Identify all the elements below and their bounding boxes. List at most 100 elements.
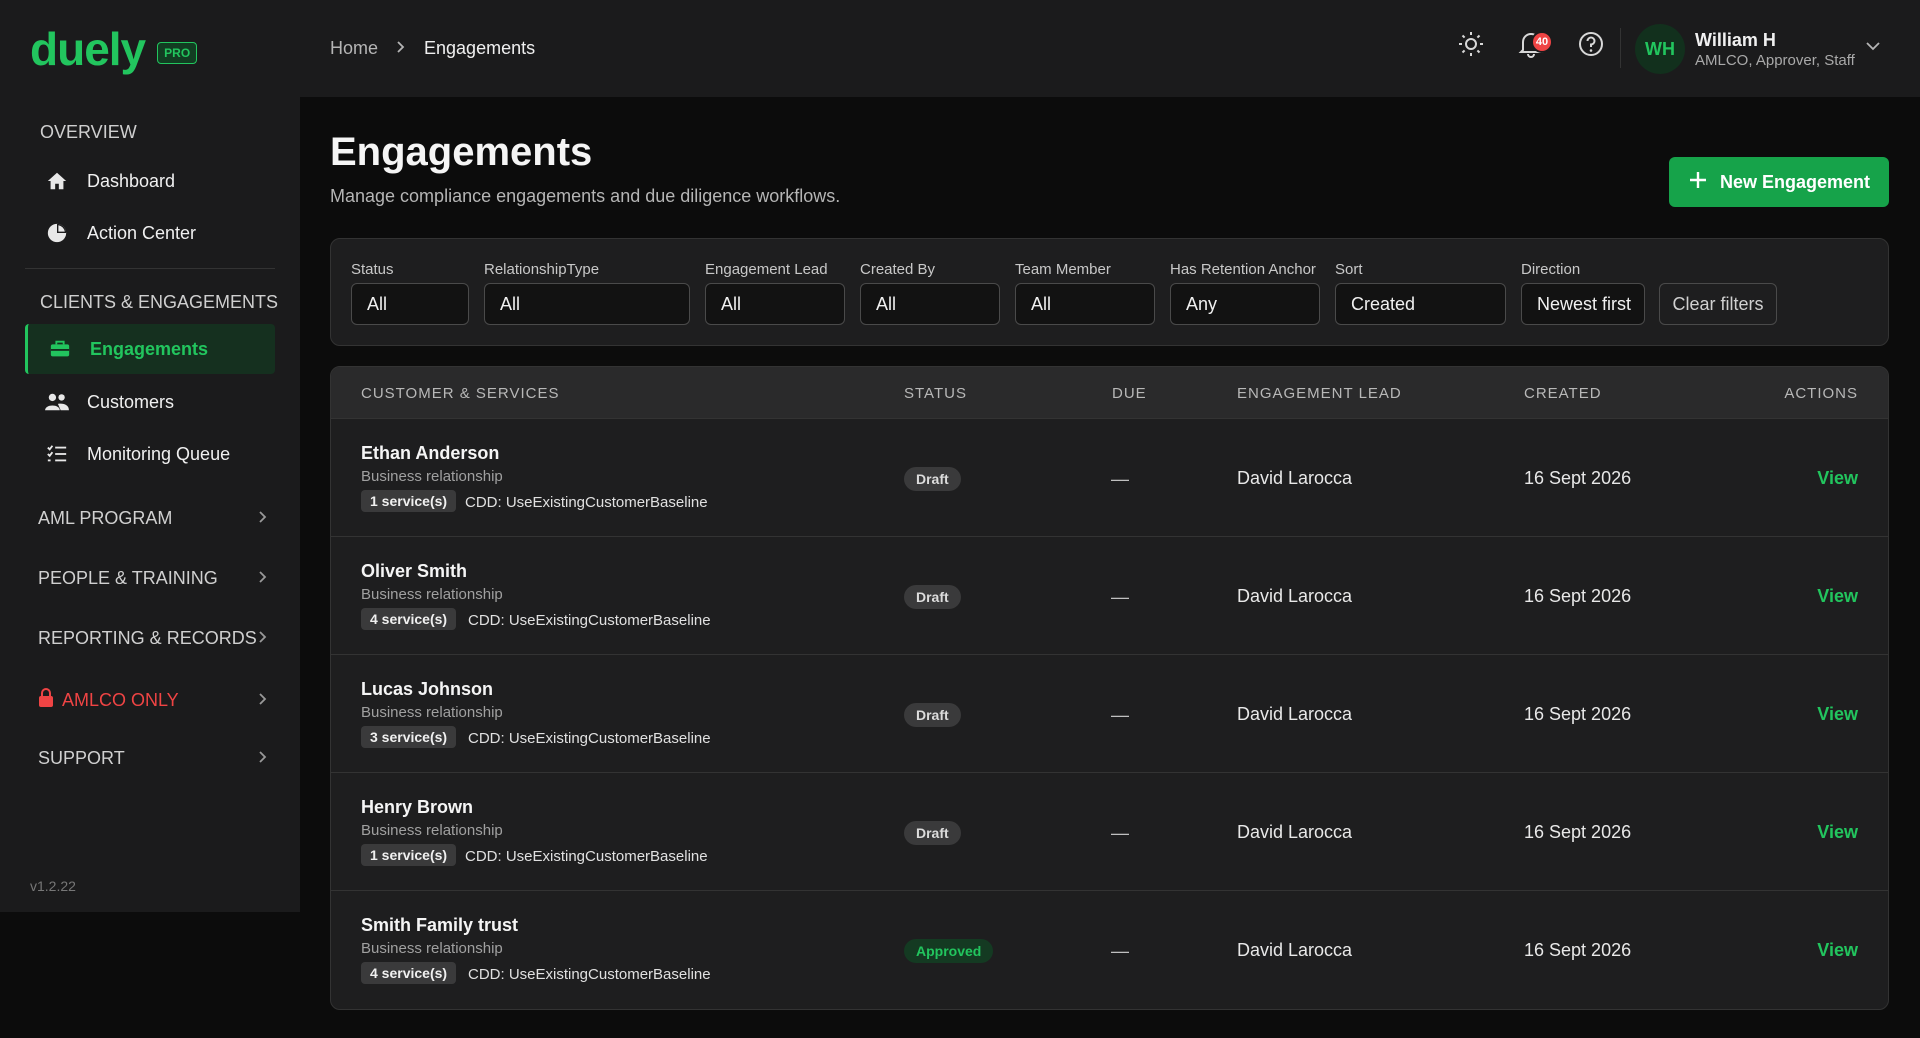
nav-group-people-training[interactable]: PEOPLE & TRAINING [38, 568, 268, 589]
chevron-right-icon [396, 38, 406, 59]
customer-name[interactable]: Lucas Johnson [361, 679, 493, 700]
brand-logo[interactable]: duely PRO [30, 26, 198, 72]
cdd-label: CDD: UseExistingCustomerBaseline [468, 612, 711, 629]
sun-icon [1457, 30, 1485, 63]
relationship-type: Business relationship [361, 468, 503, 485]
breadcrumb: Home Engagements [330, 38, 535, 59]
engagement-lead: David Larocca [1237, 940, 1353, 960]
column-header-customer[interactable]: CUSTOMER & SERVICES [361, 385, 560, 402]
filter-sort-select[interactable]: Created [1335, 283, 1506, 325]
filter-team-member-select[interactable]: All [1015, 283, 1155, 325]
services-count-badge: 1 service(s) [361, 844, 457, 866]
sidebar-item-label: Dashboard [87, 170, 176, 191]
column-header-due[interactable]: DUE [1112, 385, 1147, 402]
users-icon [45, 390, 69, 414]
filter-relationship-type-select[interactable]: All [484, 283, 690, 325]
table-row[interactable]: Ethan Anderson Business relationship 1 s… [331, 418, 1888, 536]
customer-name[interactable]: Henry Brown [361, 797, 473, 818]
clear-filters-button[interactable]: Clear filters [1659, 283, 1777, 325]
engagement-lead: David Larocca [1237, 586, 1353, 606]
due-date: — [1111, 941, 1129, 961]
new-engagement-button[interactable]: New Engagement [1669, 157, 1889, 207]
status-badge: Approved [904, 939, 994, 963]
filter-relationship-type-label: RelationshipType [484, 261, 600, 278]
customer-name[interactable]: Oliver Smith [361, 561, 467, 582]
view-link[interactable]: View [1817, 822, 1858, 843]
avatar[interactable]: WH [1635, 24, 1685, 74]
customer-name[interactable]: Ethan Anderson [361, 443, 499, 464]
user-name[interactable]: William H [1695, 30, 1776, 51]
sidebar-item-engagements[interactable]: Engagements [25, 324, 275, 374]
view-link[interactable]: View [1817, 586, 1858, 607]
filter-retention-anchor-select[interactable]: Any [1170, 283, 1320, 325]
table-row[interactable]: Henry Brown Business relationship 1 serv… [331, 772, 1888, 890]
group-label: SUPPORT [38, 748, 125, 768]
sidebar-item-label: Engagements [90, 338, 209, 359]
services-count-badge: 4 service(s) [361, 608, 457, 630]
engagement-lead: David Larocca [1237, 704, 1353, 724]
filter-direction-select[interactable]: Newest first [1521, 283, 1645, 325]
pie-chart-icon [45, 221, 69, 245]
nav-group-amlco-only[interactable]: AMLCO ONLY [38, 688, 268, 713]
table-row[interactable]: Oliver Smith Business relationship 4 ser… [331, 536, 1888, 654]
engagement-lead: David Larocca [1237, 468, 1353, 488]
relationship-type: Business relationship [361, 822, 503, 839]
status-badge: Draft [904, 467, 961, 491]
view-link[interactable]: View [1817, 704, 1858, 725]
breadcrumb-current: Engagements [424, 38, 536, 58]
nav-group-support[interactable]: SUPPORT [38, 748, 268, 769]
status-badge: Draft [904, 585, 961, 609]
user-role: AMLCO, Approver, Staff [1695, 52, 1855, 69]
sidebar-divider [25, 268, 275, 269]
engagements-table: CUSTOMER & SERVICES STATUS DUE ENGAGEMEN… [330, 366, 1889, 1010]
sidebar-item-action-center[interactable]: Action Center [25, 208, 275, 258]
table-row[interactable]: Smith Family trust Business relationship… [331, 890, 1888, 1008]
engagement-lead: David Larocca [1237, 822, 1353, 842]
breadcrumb-home[interactable]: Home [330, 38, 378, 59]
filter-created-by-label: Created By [860, 261, 936, 278]
help-button[interactable] [1573, 28, 1609, 64]
filters-panel: Status All RelationshipType All Engageme… [330, 238, 1889, 346]
sidebar-item-dashboard[interactable]: Dashboard [25, 156, 275, 206]
table-row[interactable]: Lucas Johnson Business relationship 3 se… [331, 654, 1888, 772]
cdd-label: CDD: UseExistingCustomerBaseline [468, 966, 711, 983]
sidebar-item-label: Action Center [87, 222, 197, 243]
sidebar-item-customers[interactable]: Customers [25, 377, 275, 427]
filter-status-label: Status [351, 261, 394, 278]
status-badge: Draft [904, 703, 961, 727]
relationship-type: Business relationship [361, 704, 503, 721]
created-date: 16 Sept 2026 [1524, 468, 1632, 488]
group-label: REPORTING & RECORDS [38, 628, 257, 648]
notifications-button[interactable]: 40 [1513, 28, 1553, 64]
filter-engagement-lead-select[interactable]: All [705, 283, 845, 325]
due-date: — [1111, 705, 1129, 725]
chevron-down-icon[interactable] [1865, 38, 1881, 56]
nav-group-reporting-records[interactable]: REPORTING & RECORDS [38, 628, 268, 649]
customer-name[interactable]: Smith Family trust [361, 915, 518, 936]
chevron-right-icon [258, 748, 268, 769]
sidebar-item-monitoring-queue[interactable]: Monitoring Queue [25, 429, 275, 479]
view-link[interactable]: View [1817, 468, 1858, 489]
sidebar-item-label: Customers [87, 391, 175, 412]
view-link[interactable]: View [1817, 940, 1858, 961]
cdd-label: CDD: UseExistingCustomerBaseline [468, 730, 711, 747]
section-overview: OVERVIEW [40, 122, 137, 142]
list-check-icon [45, 442, 69, 466]
page-subtitle: Manage compliance engagements and due di… [330, 186, 841, 206]
new-engagement-label: New Engagement [1719, 171, 1871, 192]
filter-created-by-select[interactable]: All [860, 283, 1000, 325]
filter-status-select[interactable]: All [351, 283, 469, 325]
due-date: — [1111, 823, 1129, 843]
column-header-status[interactable]: STATUS [904, 385, 967, 402]
filter-engagement-lead-label: Engagement Lead [705, 261, 828, 278]
column-header-created[interactable]: CREATED [1524, 385, 1602, 402]
created-date: 16 Sept 2026 [1524, 586, 1632, 606]
theme-toggle-button[interactable] [1453, 28, 1489, 64]
group-label: PEOPLE & TRAINING [38, 568, 218, 588]
nav-group-aml-program[interactable]: AML PROGRAM [38, 508, 268, 529]
briefcase-icon [48, 337, 72, 361]
column-header-lead[interactable]: ENGAGEMENT LEAD [1237, 385, 1402, 402]
services-count-badge: 1 service(s) [361, 490, 457, 512]
column-header-actions: ACTIONS [1784, 385, 1858, 402]
group-label: AMLCO ONLY [62, 690, 179, 710]
